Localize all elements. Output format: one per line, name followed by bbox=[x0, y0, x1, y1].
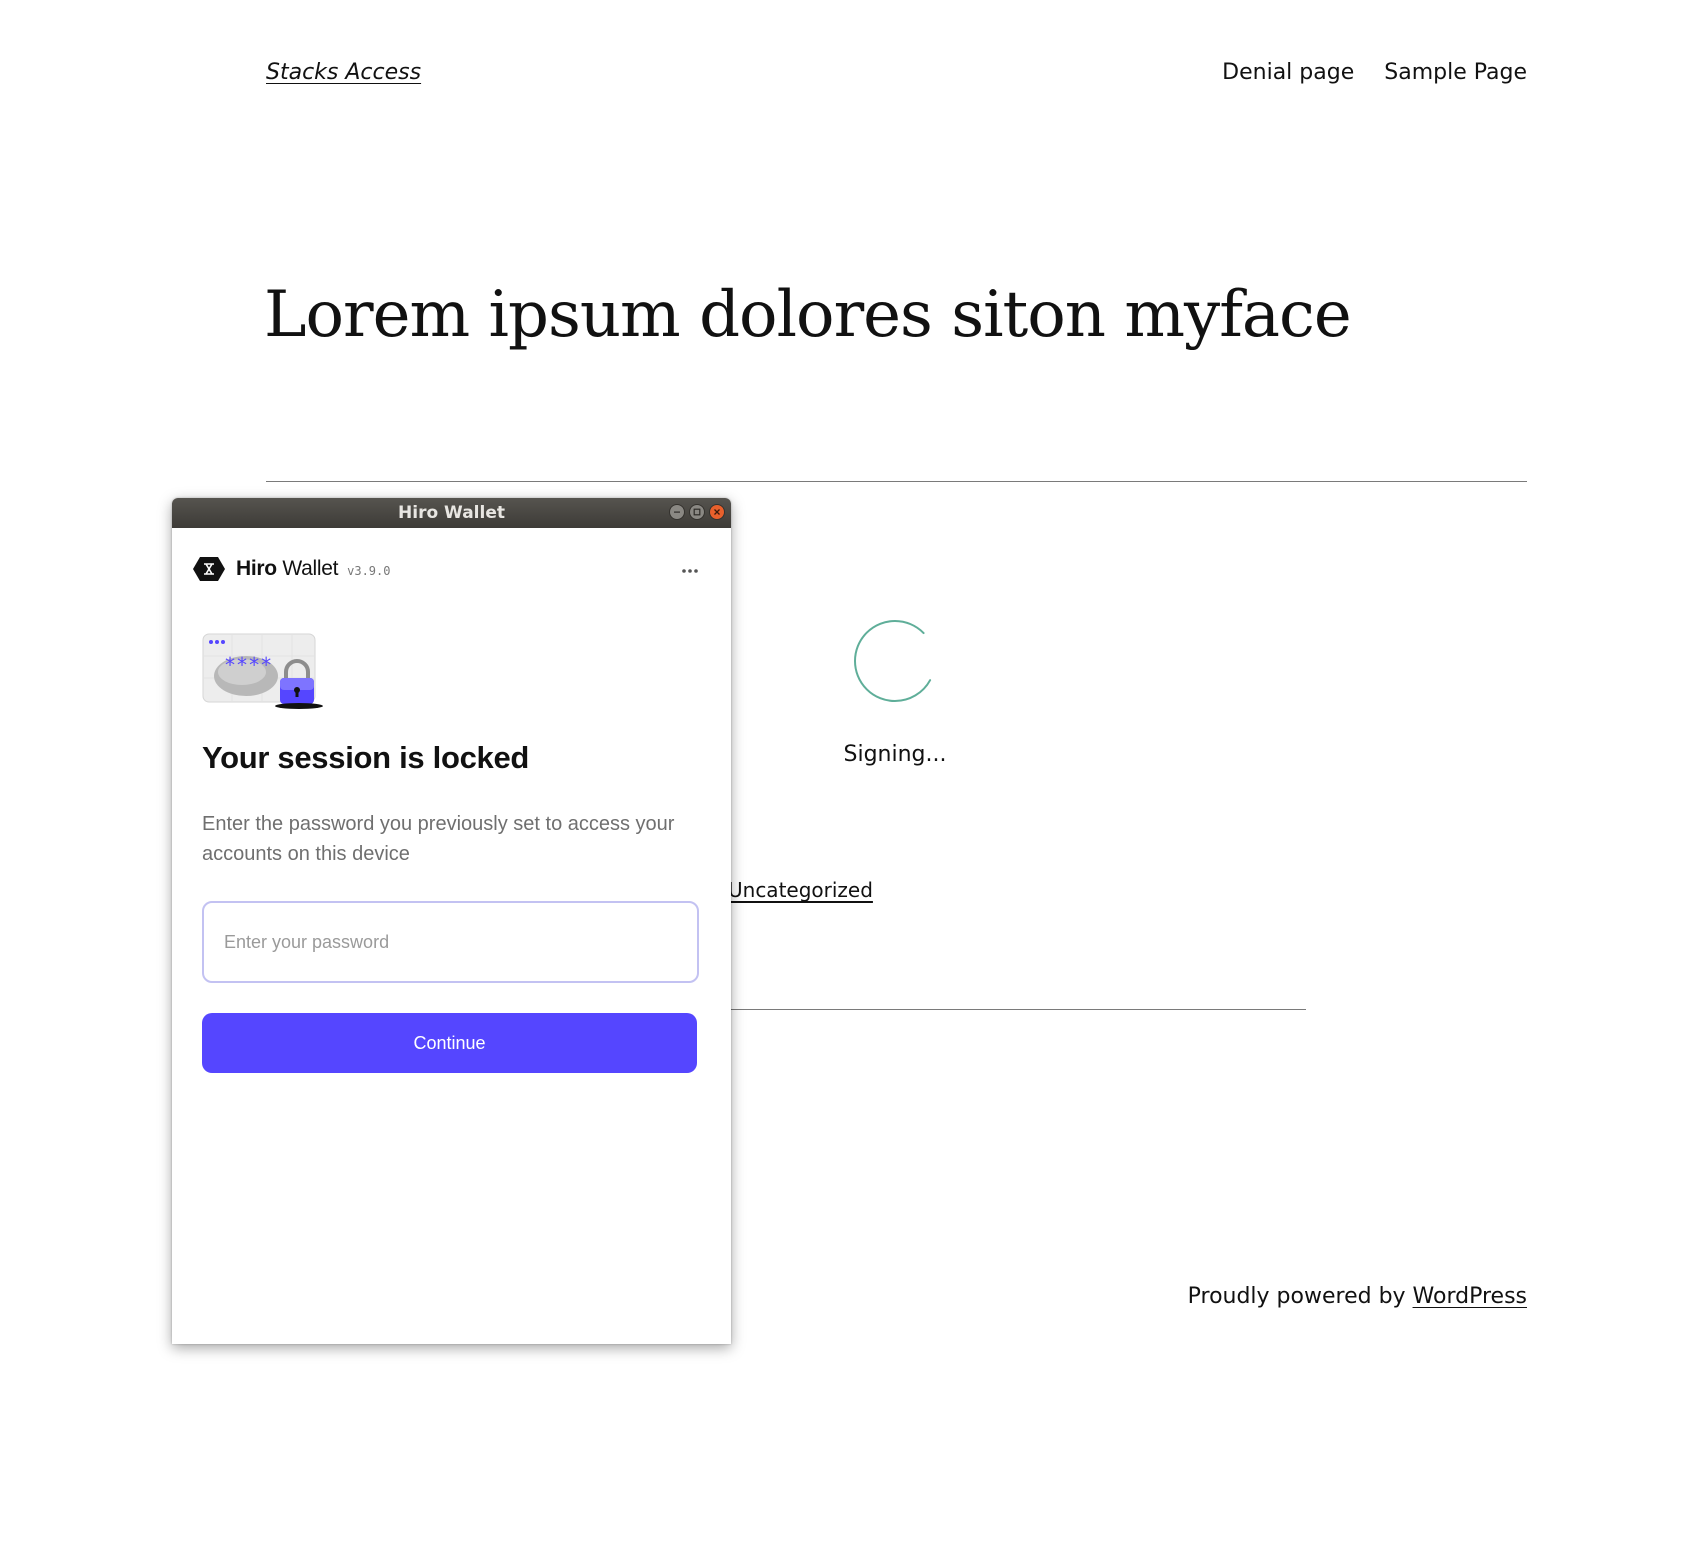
close-button[interactable] bbox=[709, 504, 725, 520]
minimize-icon bbox=[674, 511, 680, 513]
minimize-button[interactable] bbox=[669, 504, 685, 520]
wallet-header: Hiro Wallet v3.9.0 bbox=[192, 556, 390, 582]
separator-top bbox=[266, 481, 1527, 482]
more-horizontal-icon bbox=[682, 569, 698, 573]
window-title: Hiro Wallet bbox=[398, 503, 505, 523]
wallet-brand: Hiro Wallet bbox=[236, 557, 338, 581]
session-locked-heading: Your session is locked bbox=[202, 740, 530, 775]
category-link[interactable]: Uncategorized bbox=[728, 878, 873, 902]
wallet-version: v3.9.0 bbox=[347, 564, 391, 578]
hiro-wallet-window: Hiro Wallet Hiro Wallet v3.9.0 **** Your… bbox=[172, 498, 731, 1344]
nav-link-sample-page[interactable]: Sample Page bbox=[1384, 60, 1527, 85]
footer-text: Proudly powered by bbox=[1187, 1284, 1413, 1309]
window-titlebar[interactable]: Hiro Wallet bbox=[172, 498, 731, 528]
site-footer: Proudly powered by WordPress bbox=[1188, 1284, 1527, 1309]
site-navigation: Denial page Sample Page bbox=[1222, 60, 1527, 85]
svg-text:****: **** bbox=[224, 653, 272, 677]
site-title-link[interactable]: Stacks Access bbox=[266, 60, 421, 85]
locked-password-illustration-icon: **** bbox=[202, 633, 323, 709]
maximize-icon bbox=[693, 508, 701, 516]
window-controls bbox=[669, 504, 725, 520]
continue-button[interactable]: Continue bbox=[202, 1013, 697, 1073]
maximize-button[interactable] bbox=[689, 504, 705, 520]
session-locked-description: Enter the password you previously set to… bbox=[202, 813, 675, 865]
signing-status: Signing... bbox=[843, 742, 947, 767]
wordpress-link[interactable]: WordPress bbox=[1413, 1284, 1527, 1309]
brand-bold: Hiro bbox=[236, 557, 277, 580]
password-input[interactable] bbox=[202, 901, 699, 983]
nav-link-denial-page[interactable]: Denial page bbox=[1222, 60, 1354, 85]
brand-light: Wallet bbox=[282, 557, 339, 580]
browser-page: Stacks Access Denial page Sample Page Lo… bbox=[0, 0, 1693, 1558]
loading-spinner-icon bbox=[854, 620, 936, 702]
more-options-button[interactable] bbox=[681, 558, 699, 579]
hiro-logo-icon bbox=[193, 557, 225, 581]
post-title: Lorem ipsum dolores siton myface bbox=[264, 278, 1352, 352]
close-icon bbox=[714, 509, 720, 515]
